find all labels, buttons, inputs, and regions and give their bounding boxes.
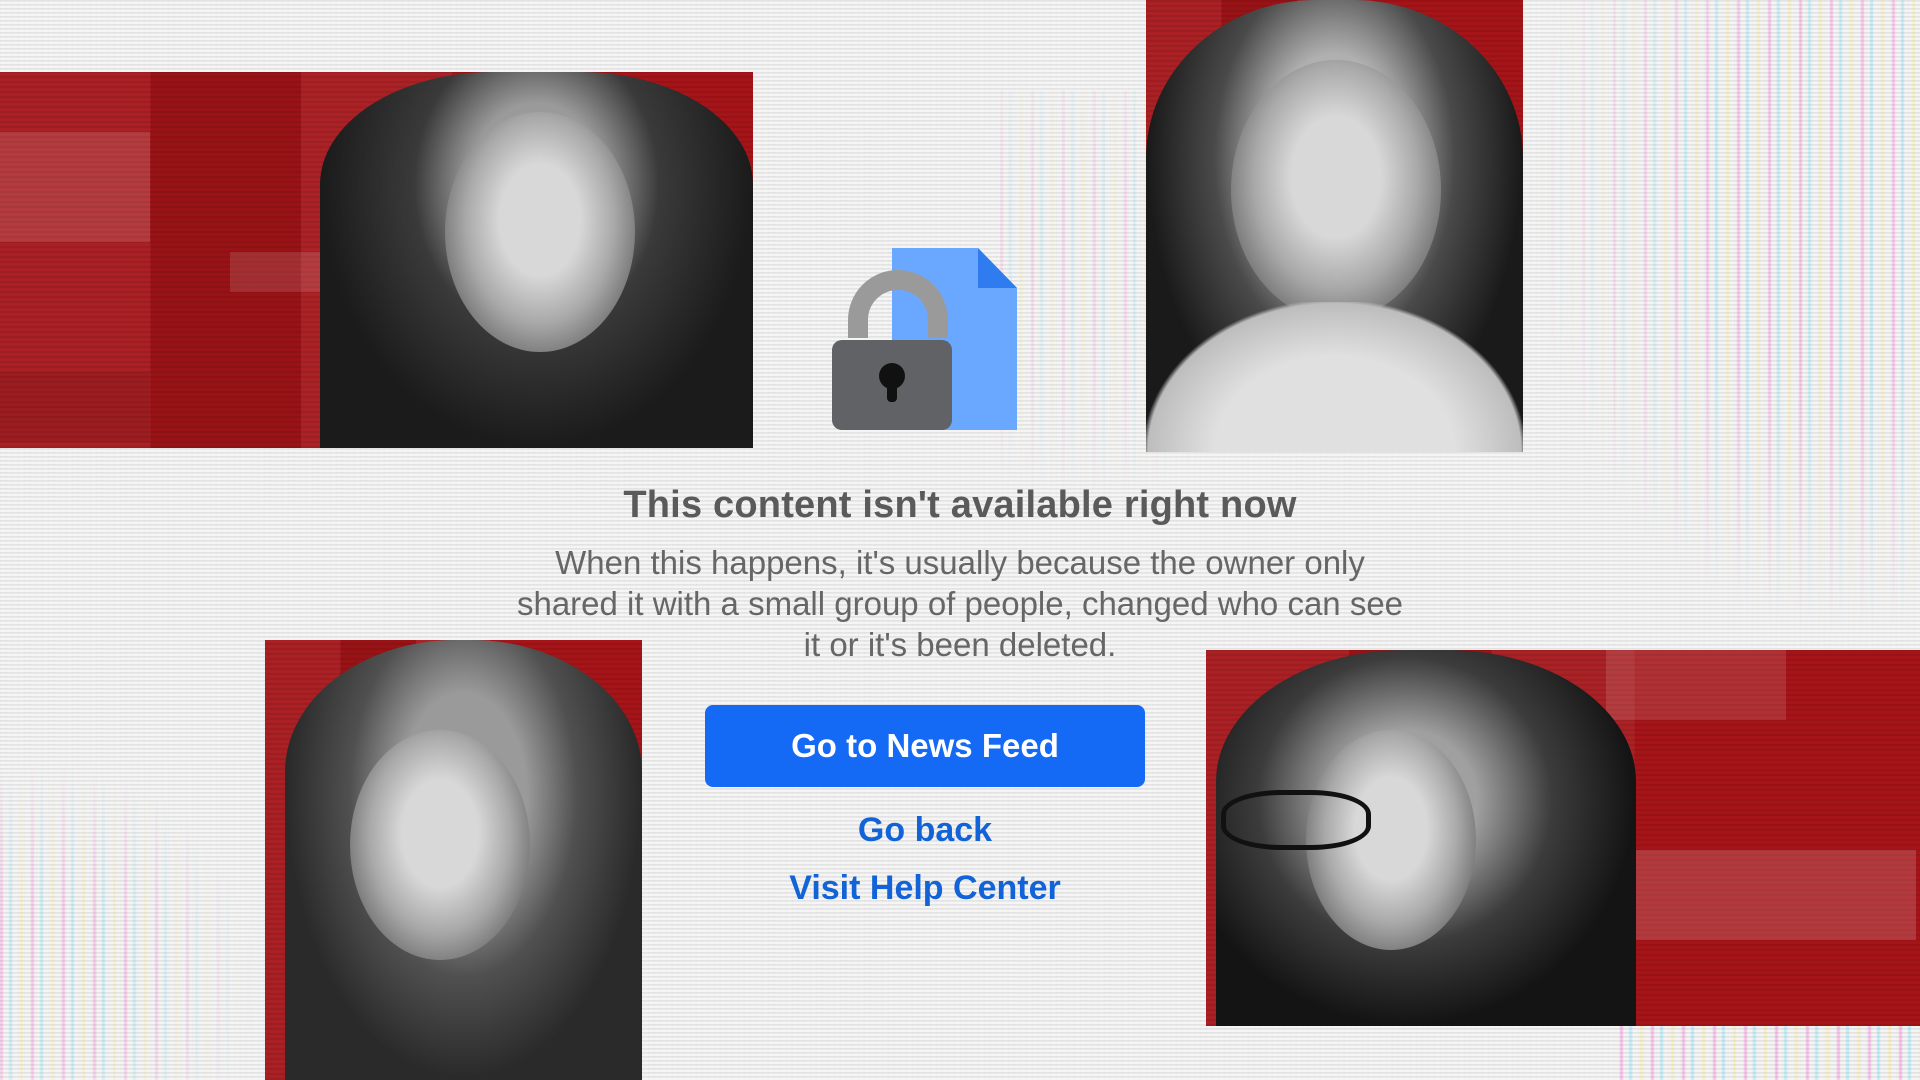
description-text: When this happens, it's usually because … [516, 544, 1404, 663]
photo-panel [265, 640, 642, 1080]
fur-collar [1146, 302, 1523, 452]
photo-panel [1146, 0, 1523, 452]
face [1231, 60, 1441, 320]
visit-help-center-link[interactable]: Visit Help Center [700, 869, 1150, 908]
face [350, 730, 530, 960]
face [445, 112, 635, 352]
photo-panel [1206, 650, 1920, 1026]
photo-panel [0, 72, 753, 448]
glasses [1221, 790, 1371, 850]
lock-document-icon [832, 248, 1017, 430]
go-back-link[interactable]: Go back [700, 811, 1150, 850]
page-title: This content isn't available right now [623, 484, 1297, 526]
go-to-news-feed-button[interactable]: Go to News Feed [705, 705, 1145, 787]
